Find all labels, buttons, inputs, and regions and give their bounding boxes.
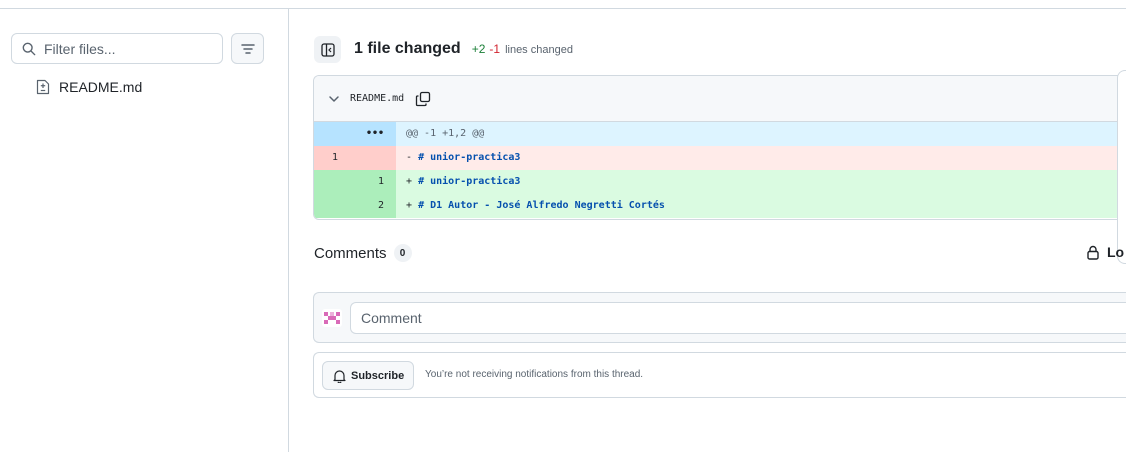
filter-files-input[interactable]: Filter files... — [11, 33, 223, 64]
copy-path-button[interactable] — [415, 91, 431, 107]
comment-input[interactable]: Comment — [350, 302, 1126, 334]
file-tree-item-readme[interactable]: README.md — [36, 79, 142, 95]
diff-summary: 1 file changed +2 -1 lines changed — [354, 40, 573, 58]
comments-count-badge: 0 — [393, 244, 412, 262]
diff-line-added: 2 + # D1 Autor - José Alfredo Negretti C… — [314, 194, 1126, 218]
new-line-number — [354, 146, 396, 170]
sidebar-divider — [288, 9, 289, 452]
chevron-down-icon[interactable] — [328, 93, 340, 105]
subscribe-label: Subscribe — [351, 369, 405, 382]
filter-files-placeholder: Filter files... — [44, 40, 116, 57]
notifications-box: Subscribe You’re not receiving notificat… — [313, 352, 1126, 398]
hunk-old-gutter — [314, 122, 354, 146]
avatar — [322, 309, 342, 327]
lines-changed-label: lines changed — [505, 44, 573, 56]
diff-line-added: 1 + # unior-practica3 — [314, 170, 1126, 194]
diff-line-code: - # unior-practica3 — [396, 146, 1126, 170]
expand-hunk-button[interactable]: ••• — [354, 122, 396, 146]
code-text: # D1 Autor - José Alfredo Negretti Corté… — [418, 200, 665, 211]
file-diff: README.md ••• @@ -1 +1,2 @@ 1 - # unior-… — [313, 75, 1126, 220]
side-panel-edge[interactable] — [1117, 70, 1126, 264]
diff-sign: + — [406, 200, 413, 211]
diff-line-code: + # D1 Autor - José Alfredo Negretti Cor… — [396, 194, 1126, 218]
bell-icon — [333, 369, 346, 383]
old-line-number — [314, 194, 354, 218]
filter-options-button[interactable] — [231, 33, 264, 64]
comments-heading: Comments 0 — [314, 244, 412, 262]
new-line-number: 1 — [354, 170, 396, 194]
code-text: # unior-practica3 — [418, 176, 521, 187]
copy-icon — [416, 91, 431, 106]
file-diff-icon — [36, 79, 50, 95]
file-diff-header: README.md — [314, 76, 1126, 122]
lock-label: Lo — [1107, 244, 1125, 260]
sidebar-collapse-icon — [320, 42, 335, 57]
lock-icon — [1087, 245, 1099, 260]
new-line-number: 2 — [354, 194, 396, 218]
diff-hunk-row: ••• @@ -1 +1,2 @@ — [314, 122, 1126, 146]
old-line-number — [314, 170, 354, 194]
lock-conversation-button[interactable]: Lo — [1086, 244, 1124, 260]
diff-line-code: + # unior-practica3 — [396, 170, 1126, 194]
notification-status-text: You’re not receiving notifications from … — [425, 369, 644, 380]
top-border — [0, 8, 1126, 9]
subscribe-button[interactable]: Subscribe — [322, 361, 414, 390]
old-line-number: 1 — [314, 146, 354, 170]
file-tree-item-label: README.md — [59, 79, 143, 95]
code-text: # unior-practica3 — [418, 152, 521, 163]
diff-sign: - — [406, 152, 413, 163]
diff-file-name: README.md — [350, 93, 405, 104]
diff-sign: + — [406, 176, 413, 187]
additions-count: +2 — [471, 42, 486, 56]
deletions-count: -1 — [489, 42, 501, 56]
comments-title: Comments — [314, 244, 387, 262]
files-changed-title: 1 file changed — [354, 40, 461, 57]
diff-line-deleted: 1 - # unior-practica3 — [314, 146, 1126, 170]
hunk-header-text: @@ -1 +1,2 @@ — [396, 122, 1126, 146]
filter-icon — [240, 43, 255, 54]
comment-composer: Comment — [313, 292, 1126, 343]
toggle-file-tree-button[interactable] — [314, 36, 341, 63]
search-icon — [22, 42, 36, 55]
